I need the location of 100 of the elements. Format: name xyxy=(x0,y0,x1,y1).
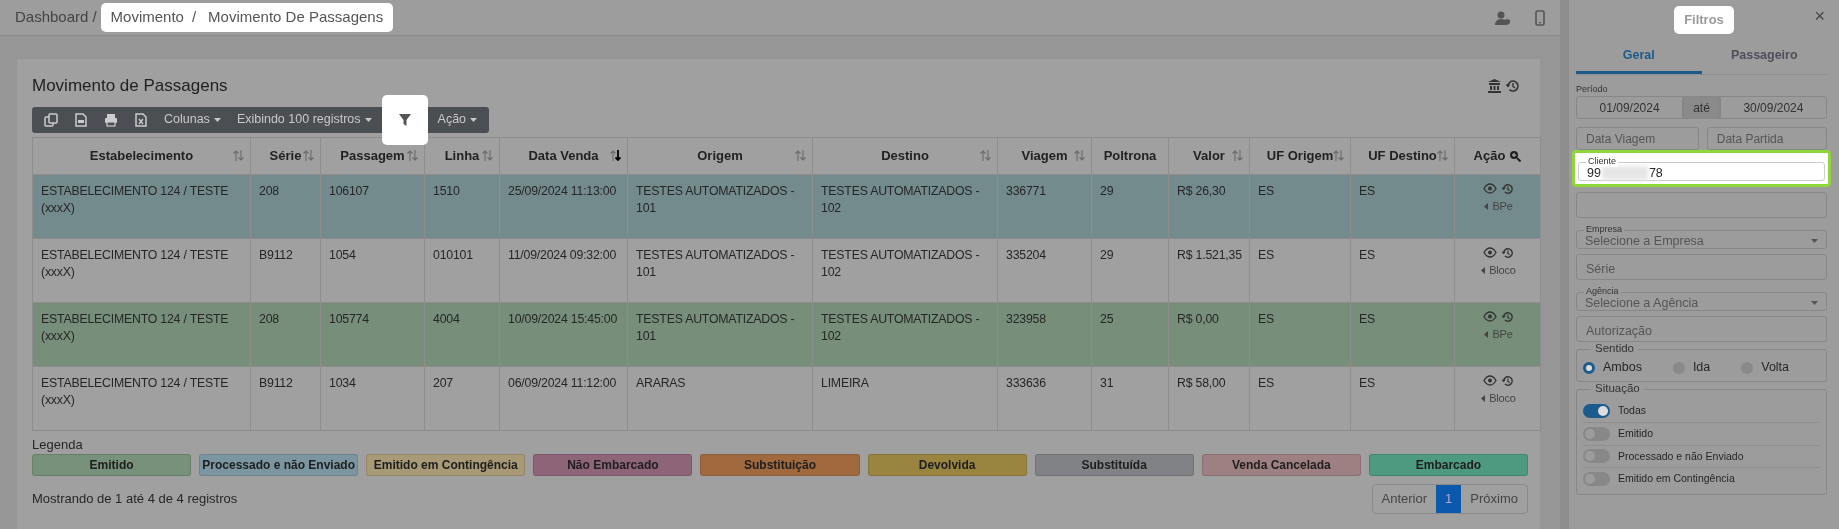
column-label: Ação xyxy=(1473,147,1506,163)
client-field[interactable]: Cliente 99 78 xyxy=(1578,155,1825,182)
filter-icon xyxy=(398,113,411,126)
eye-icon[interactable] xyxy=(1483,182,1497,194)
caret-icon xyxy=(1481,266,1486,274)
table-cell: TESTES AUTOMATIZADOS - 102 xyxy=(812,302,998,366)
date-field[interactable]: Data Partida xyxy=(1706,127,1827,151)
field-label: Cliente xyxy=(1586,156,1618,168)
legend-badge: Emitido em Contingência xyxy=(366,454,526,476)
table-cell: ESTABELECIMENTO 124 / TESTE (xxxX) xyxy=(32,174,251,238)
copy-icon xyxy=(44,112,58,127)
form-field[interactable]: Autorização xyxy=(1576,316,1827,343)
column-label: Valor xyxy=(1193,147,1225,163)
history-icon[interactable] xyxy=(1505,78,1520,93)
tab[interactable]: Passageiro xyxy=(1701,40,1827,74)
bank-icon[interactable] xyxy=(1488,78,1501,93)
table-cell: 10/09/2024 15:45:00 xyxy=(499,302,628,366)
table-cell: 31 xyxy=(1091,366,1169,430)
caret-icon xyxy=(470,117,478,122)
table-cell: LIMEIRA xyxy=(812,366,998,430)
panel-title: Filtros xyxy=(1674,6,1734,34)
pagination-button[interactable]: Próximo xyxy=(1461,485,1527,513)
table-cell: 333636 xyxy=(997,366,1092,430)
table-cell: ES xyxy=(1350,366,1455,430)
eye-icon[interactable] xyxy=(1483,374,1497,386)
excel-file-icon xyxy=(134,112,148,127)
table-cell: ESTABELECIMENTO 124 / TESTE (xxxX) xyxy=(32,366,251,430)
action-dropdown[interactable]: BPe xyxy=(1484,326,1513,343)
radio-option[interactable]: Ambos xyxy=(1583,358,1673,377)
toggle-switch[interactable] xyxy=(1583,403,1610,418)
legend-badge: Venda Cancelada xyxy=(1201,454,1361,476)
select-field[interactable]: Agência Selecione a Agência xyxy=(1576,285,1827,312)
switch-label: Emitido em Contingência xyxy=(1618,471,1735,487)
table-cell: 29 xyxy=(1091,238,1169,302)
print-icon xyxy=(104,112,118,127)
table-cell: 29 xyxy=(1091,174,1169,238)
dropdown-button[interactable]: Ação xyxy=(429,106,486,133)
history-icon[interactable] xyxy=(1501,246,1514,259)
table-cell: 105774 xyxy=(320,302,425,366)
caret-icon xyxy=(1811,301,1818,306)
eye-icon[interactable] xyxy=(1483,310,1497,322)
column-label: Passagem xyxy=(340,147,405,163)
table-cell: 323958 xyxy=(997,302,1092,366)
legend-badge: Emitido xyxy=(32,454,192,476)
table-cell: 1034 xyxy=(320,366,425,430)
radio-button[interactable] xyxy=(1583,361,1595,374)
column-label: Viagem xyxy=(1021,147,1068,163)
filter-button[interactable] xyxy=(381,94,428,145)
action-dropdown[interactable]: BPe xyxy=(1484,198,1513,215)
zoom-in-icon[interactable] xyxy=(1509,150,1522,163)
range-separator: até xyxy=(1683,96,1720,120)
column-label: Estabelecimento xyxy=(89,147,194,163)
table-cell: TESTES AUTOMATIZADOS - 101 xyxy=(627,174,813,238)
action-dropdown[interactable]: Bloco xyxy=(1481,262,1516,279)
legend-badge: Substituída xyxy=(1034,454,1194,476)
action-dropdown[interactable]: Bloco xyxy=(1481,390,1516,407)
breadcrumb-link[interactable]: Dashboard xyxy=(15,6,89,29)
mobile-icon[interactable] xyxy=(1535,9,1545,26)
table-cell: R$ 0,00 xyxy=(1168,302,1250,366)
form-field[interactable]: Série xyxy=(1576,254,1827,281)
radio-option[interactable]: Volta xyxy=(1741,358,1820,377)
table-cell: ES xyxy=(1249,366,1351,430)
breadcrumb-link[interactable]: Movimento xyxy=(110,6,184,29)
close-button[interactable]: × xyxy=(1808,2,1831,31)
legend-badge: Substituição xyxy=(700,454,860,476)
table-cell: ARARAS xyxy=(627,366,813,430)
pagination-button[interactable]: Anterior xyxy=(1372,485,1437,513)
table-cell: 25/09/2024 11:13:00 xyxy=(499,174,628,238)
breadcrumb-separator: / xyxy=(92,7,97,28)
table-cell: 4004 xyxy=(424,302,500,366)
date-field[interactable]: 30/09/2024 xyxy=(1719,96,1827,120)
switch-label: Emitido xyxy=(1618,425,1653,441)
table-cell: B9112 xyxy=(250,366,321,430)
date-field[interactable]: Data Viagem xyxy=(1576,127,1699,151)
sort-icon[interactable] xyxy=(610,149,621,161)
table-cell: ES xyxy=(1350,174,1455,238)
table-cell: ES xyxy=(1350,302,1455,366)
caret-icon xyxy=(1484,330,1489,338)
legend-badge: Devolvida xyxy=(867,454,1027,476)
table-cell: 208 xyxy=(250,302,321,366)
history-icon[interactable] xyxy=(1501,310,1514,323)
radio-option[interactable]: Ida xyxy=(1672,358,1742,377)
eye-icon[interactable] xyxy=(1483,246,1497,258)
field-label: Empresa xyxy=(1584,224,1624,236)
table-cell: ES xyxy=(1350,238,1455,302)
caret-icon xyxy=(1481,394,1486,402)
select-field[interactable]: Empresa Selecione a Empresa xyxy=(1576,223,1827,250)
table-cell: ES xyxy=(1249,174,1351,238)
pagination-button[interactable]: 1 xyxy=(1436,485,1462,513)
history-icon[interactable] xyxy=(1501,374,1514,387)
history-icon[interactable] xyxy=(1501,182,1514,195)
switch-label: Todas xyxy=(1618,403,1647,418)
legend-badge: Embarcado xyxy=(1368,454,1528,476)
table-cell: B9112 xyxy=(250,238,321,302)
column-label: Série xyxy=(269,147,302,163)
dropdown-button[interactable]: Colunas xyxy=(156,106,229,133)
date-field[interactable]: 01/09/2024 xyxy=(1576,96,1684,120)
legend-badge: Não Embarcado xyxy=(533,454,693,476)
dropdown-button[interactable]: Exibindo 100 registros xyxy=(228,106,380,133)
tab[interactable]: Geral xyxy=(1576,40,1702,74)
